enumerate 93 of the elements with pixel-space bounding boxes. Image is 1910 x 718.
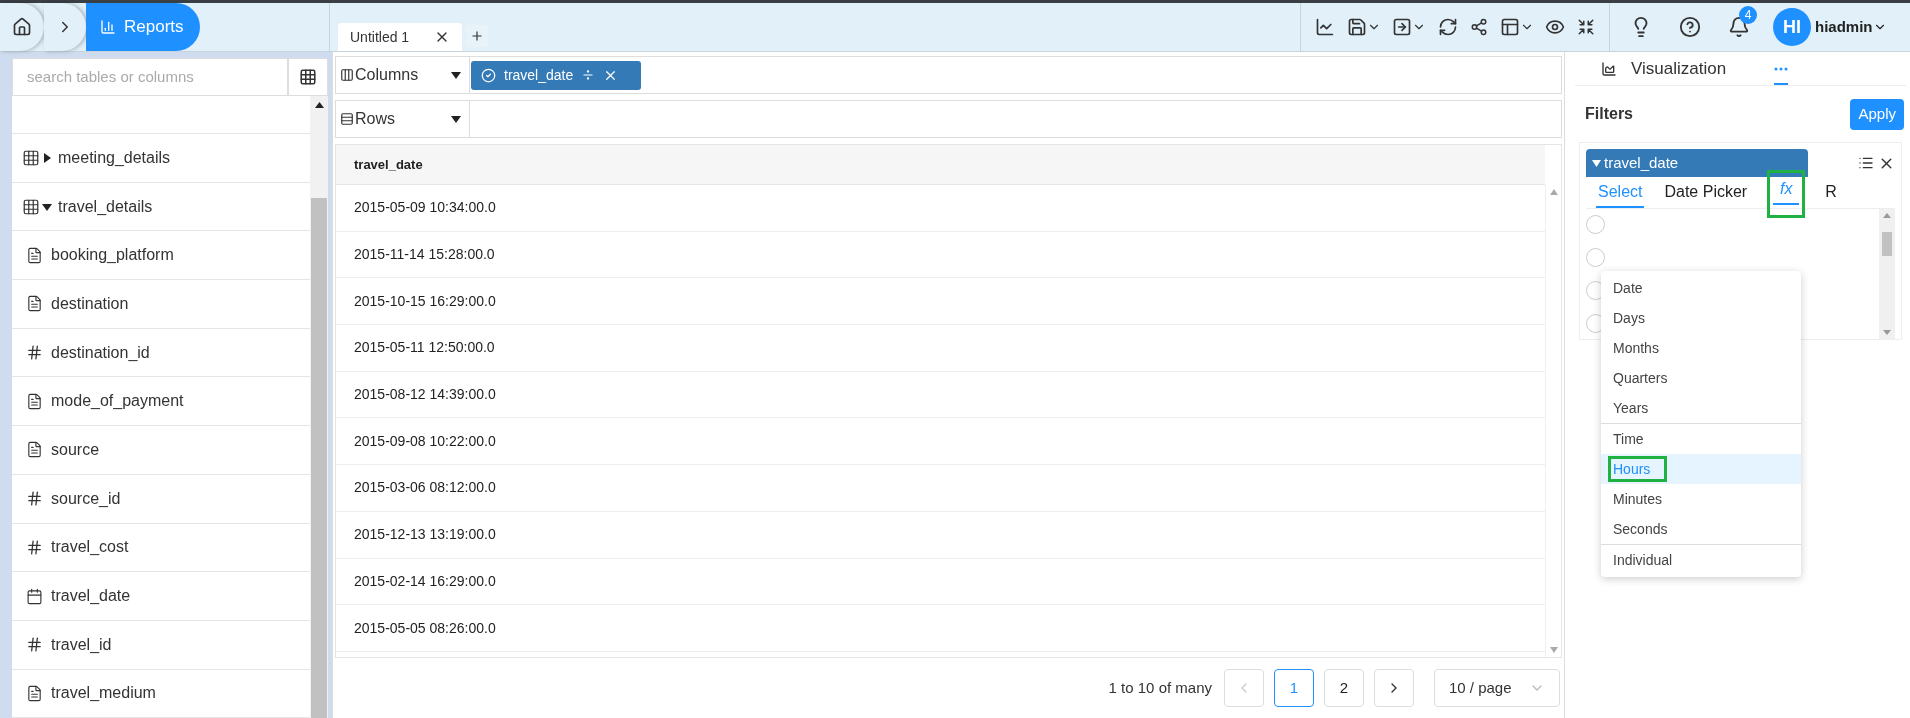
table-name: meeting_details (58, 147, 171, 168)
hash-icon (26, 538, 43, 556)
more-icon (1774, 67, 1789, 71)
hash-icon (26, 344, 43, 362)
column-header[interactable]: travel_date (354, 154, 423, 175)
document-icon (26, 684, 43, 702)
line-chart-icon[interactable] (1315, 17, 1335, 37)
table-cell-text: 2015-02-14 16:29:00.0 (354, 571, 496, 591)
filter-tab[interactable]: Date Picker (1662, 178, 1750, 208)
layout-icon[interactable] (1499, 17, 1520, 37)
area-chart-icon (1601, 61, 1617, 77)
menu-item[interactable]: Years (1601, 393, 1801, 423)
collapsed-caret-icon (42, 152, 52, 163)
document-icon (26, 441, 43, 459)
user-menu[interactable]: hiadmin (1815, 15, 1887, 39)
rows-icon (340, 112, 354, 126)
table-name: travel_details (58, 196, 153, 217)
page-size-select[interactable]: 10 / page (1434, 669, 1560, 707)
column-name: travel_id (51, 634, 112, 655)
help-icon[interactable] (1679, 16, 1701, 38)
column-name: travel_medium (51, 683, 156, 704)
column-name: booking_platform (51, 245, 174, 266)
document-icon (26, 392, 43, 410)
filter-field-header[interactable]: travel_date (1586, 149, 1808, 177)
scroll-up-icon[interactable] (314, 102, 324, 108)
table-cell-text: 2015-11-14 15:28:00.0 (354, 245, 495, 265)
column-name: travel_date (51, 586, 131, 607)
filter-scrollbar[interactable] (1879, 209, 1895, 339)
menu-item[interactable]: Date (1601, 273, 1801, 303)
menu-item[interactable]: Months (1601, 333, 1801, 363)
notification-badge: 4 (1739, 6, 1757, 24)
refresh-icon[interactable] (1438, 17, 1459, 37)
column-name: mode_of_payment (51, 391, 184, 412)
search-field[interactable]: search tables or columns (12, 58, 288, 96)
menu-item[interactable]: Time (1601, 424, 1801, 454)
table-icon (22, 197, 40, 216)
visualization-tab[interactable]: Visualization (1601, 55, 1727, 85)
menu-item[interactable]: Quarters (1601, 363, 1801, 393)
list-icon[interactable] (1858, 155, 1874, 171)
scrollbar[interactable] (310, 96, 328, 718)
dropdown-caret-icon (451, 70, 461, 80)
home-button[interactable] (0, 3, 44, 51)
column-name: source_id (51, 488, 121, 509)
table-cell-text: 2015-03-06 08:12:00.0 (354, 478, 496, 498)
table-cell-text: 2015-05-05 08:26:00.0 (354, 618, 496, 638)
hash-icon (26, 490, 43, 508)
save-icon[interactable] (1346, 17, 1367, 37)
export-icon[interactable] (1392, 17, 1413, 37)
table-cell-text: 2015-05-11 12:50:00.0 (354, 338, 495, 358)
eye-icon[interactable] (1545, 17, 1566, 37)
table-cell-text: 2015-12-13 13:19:00.0 (354, 525, 496, 545)
column-name: destination_id (51, 342, 150, 363)
home-icon (12, 17, 32, 37)
rows-shelf-label[interactable]: Rows (336, 101, 470, 137)
column-name: source (51, 439, 100, 460)
highlight-frame: Hours (1608, 456, 1668, 482)
share-icon[interactable] (1469, 18, 1488, 36)
columns-icon (340, 68, 354, 82)
report-tab[interactable]: Untitled 1 (338, 23, 462, 51)
table-cell-text: 2015-05-09 10:34:00.0 (354, 198, 496, 218)
document-icon (26, 295, 43, 313)
table-icon (299, 68, 317, 86)
menu-item[interactable]: Days (1601, 303, 1801, 333)
scrollbar-thumb[interactable] (1882, 232, 1892, 256)
page-button[interactable]: 2 (1324, 669, 1364, 707)
plus-icon (470, 29, 484, 43)
table-view-button[interactable] (288, 58, 328, 96)
table-cell-text: 2015-08-12 14:39:00.0 (354, 385, 496, 405)
column-name: destination (51, 293, 129, 314)
bar-chart-icon (100, 19, 116, 35)
expanded-caret-icon (1592, 159, 1601, 167)
menu-item[interactable]: Minutes (1601, 484, 1801, 514)
menu-item[interactable]: Individual (1601, 545, 1801, 575)
table-cell-text: 2015-09-08 10:22:00.0 (354, 431, 496, 451)
divide-icon[interactable] (581, 68, 596, 82)
column-chip[interactable]: travel_date (471, 60, 641, 90)
expanded-caret-icon (42, 201, 52, 212)
add-tab-button[interactable] (466, 25, 488, 47)
menu-item[interactable]: Seconds (1601, 514, 1801, 544)
collapse-icon[interactable] (1576, 18, 1595, 36)
check-icon (481, 67, 496, 83)
calendar-icon (26, 587, 43, 605)
columns-shelf-label[interactable]: Columns (336, 57, 470, 93)
table-item[interactable]: meeting_details (12, 134, 310, 183)
filters-title: Filters (1585, 104, 1633, 124)
pagination-summary: 1 to 10 of many (1108, 677, 1212, 698)
dropdown-caret-icon (451, 114, 461, 124)
column-name: travel_cost (51, 537, 129, 558)
filter-tab[interactable]: R (1823, 178, 1839, 208)
document-icon (26, 246, 43, 264)
hash-icon (26, 636, 43, 654)
table-cell-text: 2015-10-15 16:29:00.0 (354, 291, 496, 311)
table-icon (22, 148, 40, 167)
